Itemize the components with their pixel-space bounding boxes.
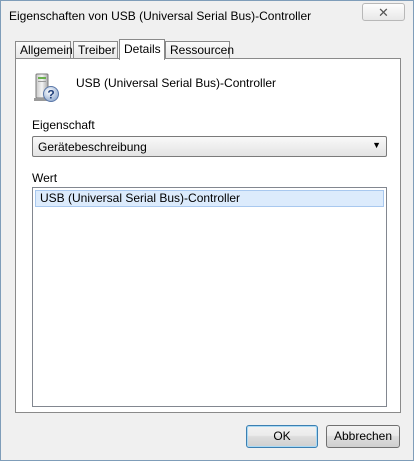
- tab-allgemein[interactable]: Allgemein: [15, 41, 73, 59]
- list-item[interactable]: USB (Universal Serial Bus)-Controller: [35, 190, 384, 207]
- tab-treiber[interactable]: Treiber: [73, 41, 118, 59]
- svg-text:?: ?: [47, 88, 54, 102]
- details-panel: ? USB (Universal Serial Bus)-Controller …: [15, 58, 401, 413]
- title-bar[interactable]: Eigenschaften von USB (Universal Serial …: [1, 1, 413, 31]
- tab-ressourcen[interactable]: Ressourcen: [165, 41, 234, 59]
- cancel-button[interactable]: Abbrechen: [326, 425, 400, 448]
- device-name: USB (Universal Serial Bus)-Controller: [76, 76, 277, 90]
- tab-strip: Allgemein Treiber Details Ressourcen: [15, 39, 405, 60]
- close-icon: ✕: [378, 5, 389, 20]
- tab-details[interactable]: Details: [119, 39, 165, 60]
- usb-device-unknown-icon: ?: [33, 72, 61, 104]
- property-select[interactable]: Gerätebeschreibung ▼: [32, 136, 387, 157]
- property-label: Eigenschaft: [32, 118, 95, 132]
- chevron-down-icon: ▼: [372, 140, 381, 150]
- properties-dialog: Eigenschaften von USB (Universal Serial …: [0, 0, 414, 461]
- close-button[interactable]: ✕: [362, 3, 405, 21]
- value-listbox[interactable]: USB (Universal Serial Bus)-Controller: [32, 187, 387, 407]
- property-select-value: Gerätebeschreibung: [38, 140, 147, 154]
- ok-button[interactable]: OK: [246, 425, 318, 448]
- value-label: Wert: [32, 171, 58, 185]
- window-title: Eigenschaften von USB (Universal Serial …: [9, 9, 312, 23]
